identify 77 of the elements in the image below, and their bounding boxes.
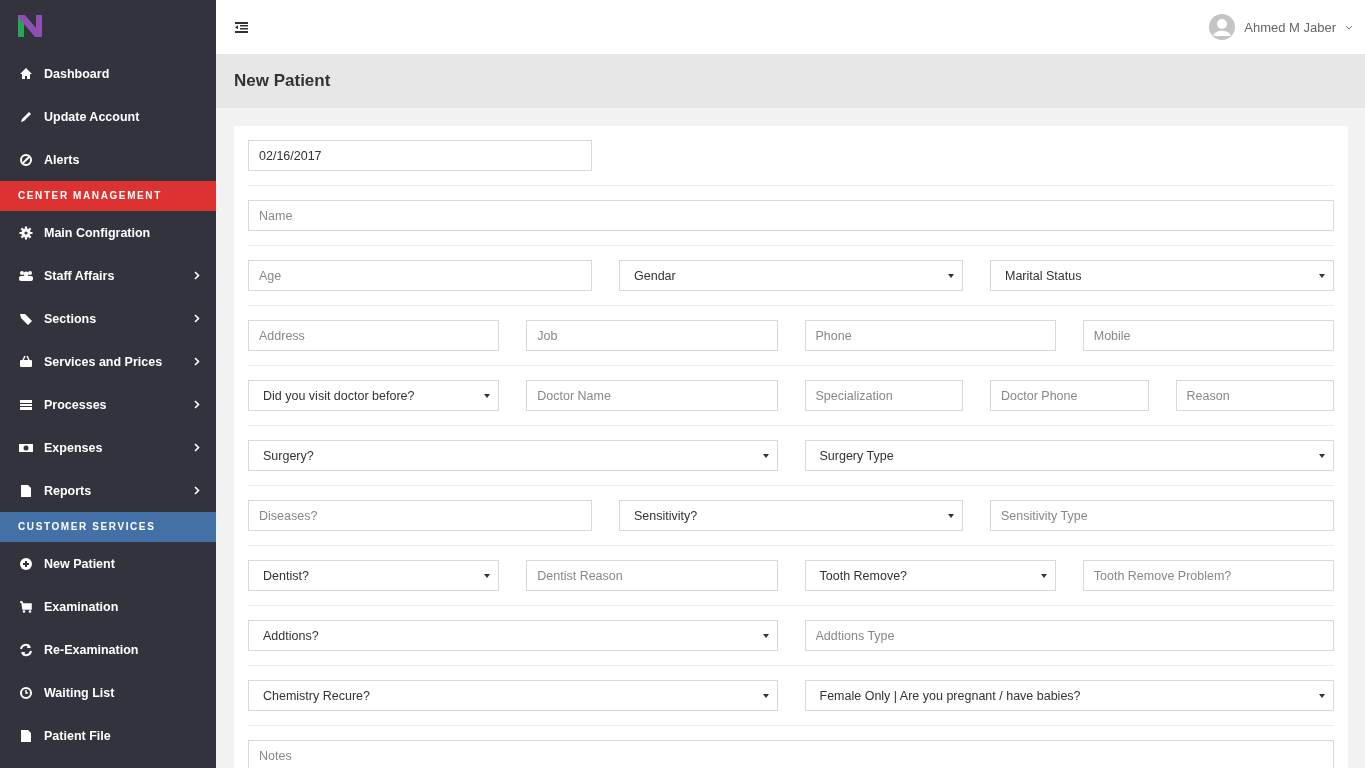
- users-icon: [19, 268, 33, 283]
- input-field[interactable]: Addtions Type: [804, 620, 1334, 651]
- select-field[interactable]: Gendar: [619, 260, 963, 291]
- select-field[interactable]: Marital Status: [990, 260, 1334, 291]
- input-field[interactable]: Address: [248, 320, 500, 351]
- input-field[interactable]: Sensitivity Type: [990, 500, 1334, 531]
- clock-icon: [19, 685, 33, 700]
- input-field[interactable]: Specialization: [804, 380, 963, 411]
- select-field[interactable]: Addtions?: [248, 620, 778, 651]
- caret-icon: [1319, 693, 1325, 698]
- caret-icon: [762, 633, 769, 638]
- tag-icon: [19, 311, 33, 326]
- select-field[interactable]: Chemistry Recure?: [248, 680, 778, 711]
- input-field[interactable]: Tooth Remove Problem?: [1082, 560, 1334, 591]
- nav-section-header: CENTER MANAGEMENT: [0, 181, 216, 211]
- sidebar-item[interactable]: Re-Examination: [0, 628, 216, 671]
- input-field[interactable]: Reason: [1175, 380, 1334, 411]
- cart-icon: [19, 599, 33, 614]
- date-field[interactable]: 02/16/2017: [248, 140, 592, 171]
- avatar-icon: [1209, 14, 1236, 40]
- sidebar-item[interactable]: Staff Affairs: [0, 254, 216, 297]
- file-icon: [19, 728, 33, 743]
- input-field[interactable]: Doctor Name: [526, 380, 778, 411]
- input-field[interactable]: Phone: [804, 320, 1056, 351]
- caret-icon: [1319, 453, 1325, 458]
- basket-icon: [19, 354, 33, 369]
- plus-icon: [19, 556, 33, 571]
- select-field[interactable]: Surgery?: [248, 440, 778, 471]
- user-menu[interactable]: Ahmed M Jaber: [1209, 14, 1353, 40]
- sidebar-item[interactable]: Sections: [0, 297, 216, 340]
- select-field[interactable]: Tooth Remove?: [804, 560, 1056, 591]
- input-field[interactable]: Age: [248, 260, 592, 291]
- user-name: Ahmed M Jaber: [1244, 19, 1336, 35]
- refresh-icon: [19, 642, 33, 657]
- sidebar-item[interactable]: Dashboard: [0, 52, 216, 95]
- select-field[interactable]: Did you visit doctor before?: [248, 380, 500, 411]
- input-field[interactable]: Diseases?: [248, 500, 592, 531]
- caret-icon: [948, 513, 954, 518]
- gear-icon: [19, 225, 33, 240]
- select-field[interactable]: Surgery Type: [804, 440, 1334, 471]
- caret-icon: [762, 453, 769, 458]
- file-icon: [19, 483, 33, 498]
- input-field[interactable]: Dentist Reason: [526, 560, 778, 591]
- caret-icon: [1040, 573, 1047, 578]
- sidebar-item[interactable]: Expenses: [0, 426, 216, 469]
- caret-icon: [484, 573, 491, 578]
- input-field[interactable]: Name: [248, 200, 1334, 231]
- sidebar-item[interactable]: Waiting List: [0, 671, 216, 714]
- input-field[interactable]: Doctor Phone: [990, 380, 1149, 411]
- sidebar-item[interactable]: Main Configration: [0, 211, 216, 254]
- sidebar-item[interactable]: Update Account: [0, 95, 216, 138]
- page-title: New Patient: [234, 71, 331, 91]
- nav-section-header: CUSTOMER SERVICES: [0, 512, 216, 542]
- caret-icon: [1345, 24, 1353, 30]
- logo-icon: [18, 15, 42, 37]
- sidebar-item[interactable]: Services and Prices: [0, 340, 216, 383]
- caret-icon: [948, 273, 954, 278]
- sidebar-item[interactable]: Examination: [0, 585, 216, 628]
- pencil-icon: [19, 109, 33, 124]
- caret-icon: [1319, 273, 1325, 278]
- menu-icon[interactable]: [235, 21, 248, 33]
- caret-icon: [484, 393, 491, 398]
- sidebar-item[interactable]: Processes: [0, 383, 216, 426]
- caret-icon: [762, 693, 769, 698]
- sidebar-item[interactable]: Alerts: [0, 138, 216, 181]
- sidebar-item[interactable]: Patient File: [0, 714, 216, 757]
- ban-icon: [19, 152, 33, 167]
- input-field[interactable]: Job: [526, 320, 778, 351]
- select-field[interactable]: Female Only | Are you pregnant / have babies?: [804, 680, 1334, 711]
- sidebar-item[interactable]: Reports: [0, 469, 216, 512]
- sidebar-item[interactable]: New Patient: [0, 542, 216, 585]
- list-icon: [19, 397, 33, 412]
- select-field[interactable]: Sensitivity?: [619, 500, 963, 531]
- notes-field[interactable]: Notes: [248, 740, 1334, 768]
- input-field[interactable]: Mobile: [1082, 320, 1334, 351]
- home-icon: [19, 66, 33, 81]
- select-field[interactable]: Dentist?: [248, 560, 500, 591]
